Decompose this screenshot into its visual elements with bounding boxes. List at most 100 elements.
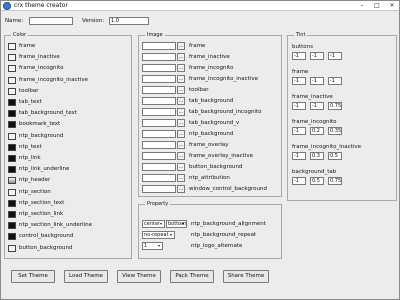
browse-button[interactable]: ... bbox=[177, 108, 185, 116]
image-path-field[interactable] bbox=[142, 163, 176, 171]
maximize-button[interactable]: □ bbox=[370, 1, 384, 11]
browse-button[interactable]: ... bbox=[177, 152, 185, 160]
image-label: tab_background_v bbox=[189, 120, 240, 126]
property-group: Property center ▾ bottom ▾ ntp_background_… bbox=[138, 201, 282, 259]
image-row: ... tab_background_v bbox=[139, 119, 282, 129]
tint-value-field[interactable]: -1 bbox=[292, 102, 306, 110]
tint-value-field[interactable]: -1 bbox=[292, 177, 306, 185]
color-swatch-button[interactable] bbox=[8, 177, 16, 185]
color-row: ntp_section bbox=[5, 188, 130, 198]
set-theme-button[interactable]: Set Theme bbox=[11, 270, 55, 283]
image-path-field[interactable] bbox=[142, 97, 176, 105]
tint-value-field[interactable]: 0.75 bbox=[328, 177, 342, 185]
window-title: crx theme creator bbox=[14, 2, 68, 9]
image-row: ... toolbar bbox=[139, 86, 282, 96]
repeat-select[interactable]: no-repeat ▾ bbox=[142, 231, 175, 239]
image-row: ... tab_background_incognito bbox=[139, 108, 282, 118]
color-swatch-button[interactable] bbox=[8, 121, 16, 129]
pack-theme-button[interactable]: Pack Theme bbox=[170, 270, 214, 283]
image-path-field[interactable] bbox=[142, 119, 176, 127]
tint-value-field[interactable]: -1 bbox=[328, 77, 342, 85]
image-path-field[interactable] bbox=[142, 108, 176, 116]
color-swatch-button[interactable] bbox=[8, 233, 16, 241]
tint-value-field[interactable]: 0.75 bbox=[328, 102, 342, 110]
tint-value-field[interactable]: 0.5 bbox=[328, 152, 342, 160]
color-swatch-button[interactable] bbox=[8, 244, 16, 252]
alignment-select-1[interactable]: center ▾ bbox=[142, 220, 165, 228]
color-row: tab_background_text bbox=[5, 109, 130, 119]
color-swatch-button[interactable] bbox=[8, 199, 16, 207]
tint-value-field[interactable]: 0.3 bbox=[310, 152, 324, 160]
image-path-field[interactable] bbox=[142, 53, 176, 61]
alignment-select-2[interactable]: bottom ▾ bbox=[166, 220, 187, 228]
image-label: frame bbox=[189, 43, 206, 49]
color-swatch-button[interactable] bbox=[8, 99, 16, 106]
color-row: ntp_text bbox=[5, 143, 130, 153]
color-swatch-button[interactable] bbox=[8, 87, 16, 95]
browse-button[interactable]: ... bbox=[177, 185, 185, 193]
tint-value-field[interactable]: -1 bbox=[310, 52, 324, 60]
browse-button[interactable]: ... bbox=[177, 53, 185, 61]
color-row: frame_inactive bbox=[5, 53, 130, 63]
color-swatch-button[interactable] bbox=[8, 166, 16, 174]
browse-button[interactable]: ... bbox=[177, 64, 185, 72]
color-row: frame bbox=[5, 42, 130, 52]
color-swatch-button[interactable] bbox=[8, 65, 16, 73]
image-path-field[interactable] bbox=[142, 174, 176, 182]
browse-button[interactable]: ... bbox=[177, 174, 185, 182]
view-theme-button[interactable]: View Theme bbox=[117, 270, 161, 283]
image-path-field[interactable] bbox=[142, 75, 176, 83]
logo-alternate-select[interactable]: 1 ▾ bbox=[142, 242, 163, 250]
color-swatch-button[interactable] bbox=[8, 43, 16, 50]
tint-value-field[interactable]: 0.5 bbox=[310, 177, 324, 185]
tint-value-field[interactable]: -1 bbox=[292, 77, 306, 85]
tint-value-field[interactable]: -1 bbox=[328, 52, 342, 60]
color-swatch-button[interactable] bbox=[8, 211, 16, 218]
browse-button[interactable]: ... bbox=[177, 97, 185, 105]
image-path-field[interactable] bbox=[142, 141, 176, 149]
image-path-field[interactable] bbox=[142, 86, 176, 94]
color-label: ntp_link bbox=[19, 155, 41, 161]
color-label: toolbar bbox=[19, 87, 39, 94]
color-swatch-button[interactable] bbox=[8, 222, 16, 230]
color-row: tab_text bbox=[5, 98, 130, 108]
name-field[interactable] bbox=[29, 17, 73, 25]
tint-value-field[interactable]: 0.2 bbox=[310, 127, 324, 135]
load-theme-button[interactable]: Load Theme bbox=[64, 270, 108, 283]
minimize-button[interactable]: – bbox=[355, 1, 369, 11]
image-path-field[interactable] bbox=[142, 185, 176, 193]
image-path-field[interactable] bbox=[142, 42, 176, 50]
color-swatch-button[interactable] bbox=[8, 143, 16, 151]
image-path-field[interactable] bbox=[142, 130, 176, 138]
browse-button[interactable]: ... bbox=[177, 119, 185, 127]
tint-value-field[interactable]: -1 bbox=[292, 127, 306, 135]
tint-value-field[interactable]: 0.35 bbox=[328, 127, 342, 135]
chevron-down-icon: ▾ bbox=[169, 232, 172, 237]
browse-button[interactable]: ... bbox=[177, 141, 185, 149]
tint-value-field[interactable]: -1 bbox=[292, 152, 306, 160]
image-label: frame_incognito_inactive bbox=[189, 76, 258, 82]
browse-button[interactable]: ... bbox=[177, 163, 185, 171]
close-button[interactable]: × bbox=[385, 1, 399, 11]
color-swatch-button[interactable] bbox=[8, 155, 16, 162]
browse-button[interactable]: ... bbox=[177, 130, 185, 138]
browse-button[interactable]: ... bbox=[177, 86, 185, 94]
share-theme-button[interactable]: Share Theme bbox=[223, 270, 269, 283]
version-field[interactable]: 1.0 bbox=[109, 17, 149, 25]
color-swatch-button[interactable] bbox=[8, 188, 16, 196]
tint-value-field[interactable]: -1 bbox=[292, 52, 306, 60]
color-swatch-button[interactable] bbox=[8, 76, 16, 84]
browse-button[interactable]: ... bbox=[177, 42, 185, 50]
tint-label: frame_incognito_inactive bbox=[292, 144, 361, 150]
color-swatch-button[interactable] bbox=[8, 132, 16, 140]
color-swatch-button[interactable] bbox=[8, 110, 16, 118]
title-bar: crx theme creator – □ × bbox=[1, 1, 399, 11]
tint-value-field[interactable]: -1 bbox=[310, 102, 324, 110]
image-path-field[interactable] bbox=[142, 64, 176, 72]
browse-button[interactable]: ... bbox=[177, 75, 185, 83]
image-path-field[interactable] bbox=[142, 152, 176, 160]
color-row: bookmark_text bbox=[5, 120, 130, 130]
image-label: button_background bbox=[189, 164, 243, 170]
tint-value-field[interactable]: -1 bbox=[310, 77, 324, 85]
color-swatch-button[interactable] bbox=[8, 54, 16, 62]
